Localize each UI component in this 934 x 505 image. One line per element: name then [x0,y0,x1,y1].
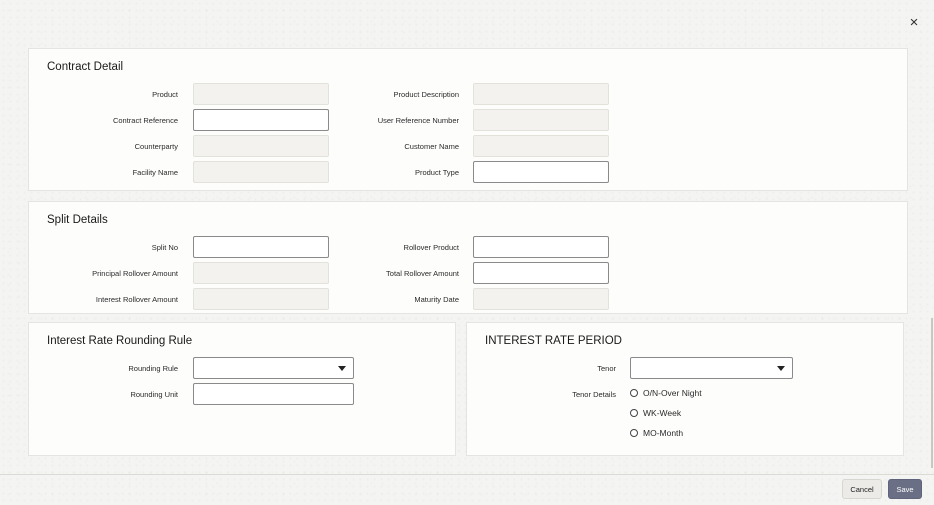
cancel-button[interactable]: Cancel [842,479,882,499]
rounding-rule-select[interactable] [193,357,354,379]
facility-name-input [194,162,328,183]
total-rollover-amount-field[interactable] [473,262,609,284]
total-rollover-amount-label: Total Rollover Amount [386,269,459,278]
interest-rate-rounding-rule-title: Interest Rate Rounding Rule [47,335,193,347]
contract-reference-input[interactable] [194,110,328,131]
contract-detail-panel: Contract Detail Product Product Descript… [28,48,908,191]
tenor-option-month[interactable]: MO-Month [630,427,683,439]
maturity-date-field [473,288,609,310]
interest-rate-period-title: INTEREST RATE PERIOD [485,335,622,347]
interest-rate-rounding-rule-panel: Interest Rate Rounding Rule Rounding Rul… [28,322,456,456]
customer-name-label: Customer Name [404,142,459,151]
product-description-field [473,83,609,105]
footer-divider [0,474,934,475]
tenor-option-overnight[interactable]: O/N-Over Night [630,387,702,399]
counterparty-field [193,135,329,157]
contract-detail-title: Contract Detail [47,61,124,73]
radio-button-icon[interactable] [630,389,638,397]
split-details-title: Split Details [47,214,108,226]
product-input [194,84,328,105]
split-no-input[interactable] [194,237,328,258]
rounding-unit-field[interactable] [193,383,354,405]
facility-name-label: Facility Name [132,168,178,177]
principal-rollover-amount-label: Principal Rollover Amount [92,269,178,278]
total-rollover-amount-input[interactable] [474,263,608,284]
interest-rollover-amount-label: Interest Rollover Amount [95,295,178,304]
product-type-input[interactable] [474,162,608,183]
product-label: Product [152,90,178,99]
chevron-down-icon[interactable] [777,366,785,371]
split-no-label: Split No [151,243,178,252]
tenor-option-label: WK-Week [643,408,682,418]
radio-button-icon[interactable] [630,409,638,417]
user-reference-number-field [473,109,609,131]
scrollbar[interactable] [931,318,933,468]
maturity-date-input [474,289,608,310]
product-type-field[interactable] [473,161,609,183]
principal-rollover-amount-field [193,262,329,284]
tenor-select[interactable] [630,357,793,379]
tenor-option-label: O/N-Over Night [643,388,702,398]
rollover-product-label: Rollover Product [403,243,459,252]
rounding-unit-input[interactable] [194,384,353,405]
interest-rate-period-panel: INTEREST RATE PERIOD Tenor Tenor Details… [466,322,904,456]
contract-reference-label: Contract Reference [112,116,178,125]
tenor-details-label: Tenor Details [572,390,616,399]
rollover-product-field[interactable] [473,236,609,258]
chevron-down-icon[interactable] [338,366,346,371]
counterparty-input [194,136,328,157]
split-details-panel: Split Details Split No Rollover Product … [28,201,908,314]
product-description-input [474,84,608,105]
facility-name-field [193,161,329,183]
interest-rollover-amount-field [193,288,329,310]
product-field [193,83,329,105]
tenor-option-week[interactable]: WK-Week [630,407,681,419]
customer-name-field [473,135,609,157]
counterparty-label: Counterparty [134,142,178,151]
contract-reference-field[interactable] [193,109,329,131]
save-button[interactable]: Save [888,479,922,499]
product-description-label: Product Description [393,90,459,99]
radio-button-icon[interactable] [630,429,638,437]
rollover-product-input[interactable] [474,237,608,258]
user-reference-number-label: User Reference Number [377,116,459,125]
user-reference-number-input [474,110,608,131]
rounding-unit-label: Rounding Unit [130,390,178,399]
rounding-rule-label: Rounding Rule [128,364,178,373]
principal-rollover-amount-input [194,263,328,284]
interest-rollover-amount-input [194,289,328,310]
close-icon[interactable]: × [906,15,922,31]
tenor-label: Tenor [597,364,616,373]
maturity-date-label: Maturity Date [414,295,459,304]
split-no-field[interactable] [193,236,329,258]
customer-name-input [474,136,608,157]
tenor-option-label: MO-Month [643,428,684,438]
product-type-label: Product Type [414,168,459,177]
